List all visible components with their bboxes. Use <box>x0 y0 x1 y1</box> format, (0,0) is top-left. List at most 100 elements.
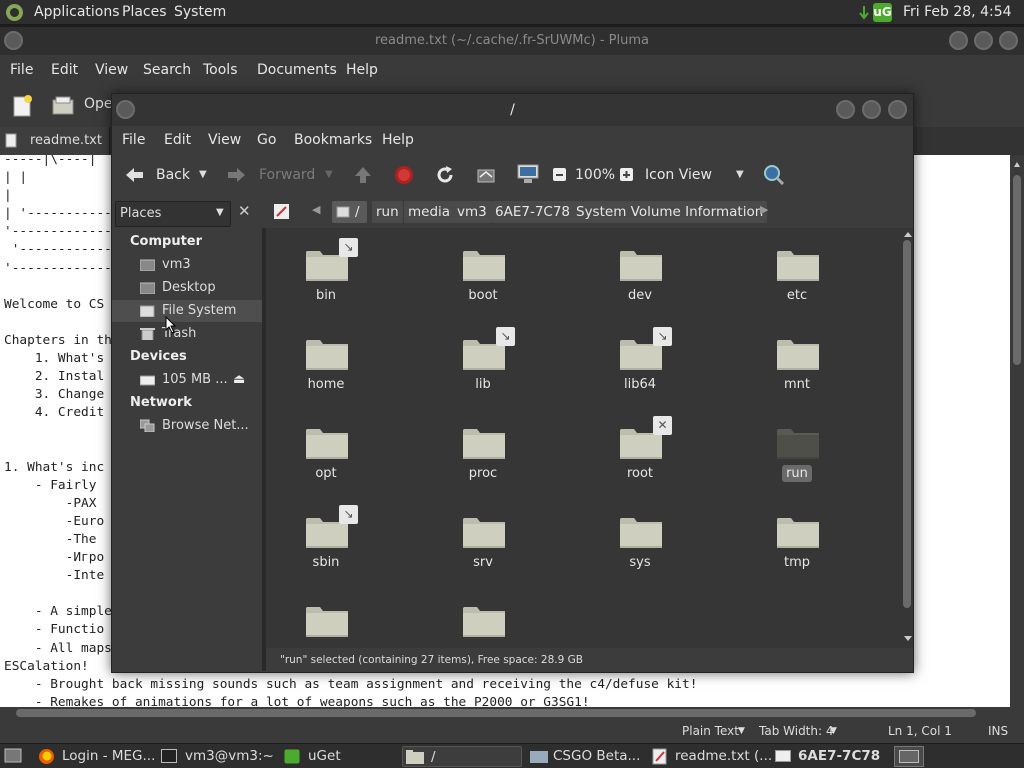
caja-menu-bookmarks[interactable]: Bookmarks <box>294 126 372 154</box>
taskbar-item-readme[interactable]: readme.txt (... <box>650 746 772 767</box>
close-sidebar-icon[interactable]: ✕ <box>238 202 251 220</box>
path-crumb-6ae7-7c78[interactable]: 6AE7-7C78 <box>491 201 575 223</box>
home-icon[interactable] <box>476 165 496 185</box>
caja-menu-go[interactable]: Go <box>257 126 276 154</box>
pluma-menu-file[interactable]: File <box>10 55 33 85</box>
file-item[interactable] <box>423 594 543 648</box>
pluma-close-button[interactable] <box>999 31 1018 50</box>
scroll-thumb[interactable] <box>1013 175 1021 365</box>
chevron-down-icon[interactable]: ▼ <box>830 719 837 743</box>
file-item[interactable]: sys <box>580 505 700 585</box>
view-mode-chevron-icon[interactable]: ▼ <box>736 154 744 196</box>
pluma-titlebar[interactable]: readme.txt (~/.cache/.fr-SrUWMc) - Pluma <box>0 27 1024 55</box>
workspace-switcher[interactable] <box>894 746 924 767</box>
editor-vertical-scrollbar[interactable] <box>1010 155 1024 707</box>
caja-minimize-button[interactable] <box>836 100 855 119</box>
file-item[interactable] <box>266 594 386 648</box>
arrow-tray-icon[interactable] <box>858 5 870 20</box>
editor-horizontal-scrollbar[interactable] <box>0 707 1024 719</box>
scroll-down-icon[interactable] <box>904 636 912 641</box>
file-item[interactable]: opt <box>266 416 386 496</box>
file-item[interactable]: etc <box>737 238 857 318</box>
uget-tray-icon[interactable]: uG <box>873 3 892 22</box>
pluma-menu-help[interactable]: Help <box>346 55 378 85</box>
caja-menu-file[interactable]: File <box>122 126 145 154</box>
file-item[interactable]: dev <box>580 238 700 318</box>
syntax-selector[interactable]: Plain Text <box>682 719 739 743</box>
sidebar-item-file-system[interactable]: File System <box>112 300 262 322</box>
file-item[interactable]: ↘ lib64 <box>580 327 700 407</box>
taskbar-item-firefox[interactable]: Login - MEG... <box>36 746 156 767</box>
caja-menu-view[interactable]: View <box>208 126 241 154</box>
forward-arrow-icon[interactable] <box>226 165 248 185</box>
file-icon-view[interactable]: ↘ bin boot dev etc home ↘ lib ↘ lib64 mnt opt proc ✕ r… <box>266 228 903 648</box>
scroll-up-icon[interactable] <box>904 232 912 237</box>
places-menu[interactable]: Places <box>122 0 167 25</box>
zoom-out-icon[interactable] <box>552 167 567 182</box>
pluma-minimize-button[interactable] <box>949 31 968 50</box>
sidebar-item-105mb-volume[interactable]: 105 MB ... ⏏ <box>112 369 262 391</box>
zoom-in-icon[interactable] <box>619 167 634 182</box>
back-button[interactable]: Back <box>156 154 190 196</box>
pluma-menu-search[interactable]: Search <box>143 55 191 85</box>
pluma-menu-view[interactable]: View <box>95 55 128 85</box>
computer-icon[interactable] <box>516 163 540 185</box>
path-crumb-run[interactable]: run <box>372 201 403 223</box>
stop-icon[interactable] <box>394 165 414 185</box>
icon-view-scrollbar[interactable] <box>901 228 913 648</box>
scroll-thumb[interactable] <box>903 240 911 608</box>
file-item[interactable]: mnt <box>737 327 857 407</box>
mate-logo-icon[interactable] <box>6 4 23 21</box>
clock[interactable]: Fri Feb 28, 4:54 PM <box>903 0 1024 45</box>
scroll-up-icon[interactable] <box>1014 161 1020 167</box>
file-item[interactable]: home <box>266 327 386 407</box>
file-item[interactable]: ↘ sbin <box>266 505 386 585</box>
path-crumb-vm3[interactable]: vm3 <box>453 201 491 223</box>
view-mode-selector[interactable]: Icon View <box>645 154 712 196</box>
pluma-menu-tools[interactable]: Tools <box>203 55 238 85</box>
file-item[interactable]: run <box>737 416 857 496</box>
workspace-1[interactable] <box>899 750 919 763</box>
sidebar-item-desktop[interactable]: Desktop <box>112 277 262 299</box>
pluma-menu-documents[interactable]: Documents <box>257 55 337 85</box>
edit-location-icon[interactable] <box>273 203 291 221</box>
forward-history-chevron-icon[interactable]: ▼ <box>325 154 333 196</box>
taskbar-item-file-manager-root[interactable]: / <box>402 746 522 767</box>
file-item[interactable]: boot <box>423 238 543 318</box>
applications-menu[interactable]: Applications <box>34 0 120 25</box>
sidebar-item-browse-network[interactable]: Browse Net... <box>112 415 262 437</box>
sidebar-item-trash[interactable]: Trash <box>112 323 262 345</box>
sidebar-item-vm3[interactable]: vm3 <box>112 254 262 276</box>
path-scroll-left-icon[interactable]: ◀ <box>312 203 320 216</box>
path-scroll-right-icon[interactable]: ▶ <box>760 203 768 216</box>
tab-readme[interactable]: readme.txt <box>0 127 110 155</box>
taskbar-item-csgo-beta[interactable]: CSGO Beta... <box>528 746 646 767</box>
zoom-level[interactable]: 100% <box>575 154 615 196</box>
caja-maximize-button[interactable] <box>862 100 881 119</box>
caja-close-button[interactable] <box>888 100 907 119</box>
new-document-icon[interactable] <box>11 94 35 118</box>
file-item[interactable]: tmp <box>737 505 857 585</box>
hscroll-thumb[interactable] <box>16 709 976 717</box>
file-item[interactable]: srv <box>423 505 543 585</box>
file-item[interactable]: proc <box>423 416 543 496</box>
up-arrow-icon[interactable] <box>353 165 373 185</box>
chevron-down-icon[interactable]: ▼ <box>738 719 745 743</box>
pluma-menu-edit[interactable]: Edit <box>51 55 78 85</box>
sidebar-type-selector[interactable]: Places ▼ <box>115 201 231 227</box>
back-history-chevron-icon[interactable]: ▼ <box>199 154 207 196</box>
taskbar-item-uget[interactable]: uGet <box>282 746 397 767</box>
open-document-icon[interactable] <box>51 94 75 118</box>
file-item[interactable]: ↘ bin <box>266 238 386 318</box>
taskbar-item-terminal[interactable]: vm3@vm3:~ <box>159 746 277 767</box>
forward-button[interactable]: Forward <box>259 154 315 196</box>
path-crumb-media[interactable]: media <box>404 201 455 223</box>
file-item[interactable]: ↘ lib <box>423 327 543 407</box>
open-button-label[interactable]: Ope <box>84 96 113 112</box>
eject-icon[interactable]: ⏏ <box>233 369 245 391</box>
path-crumb-system-volume-information[interactable]: System Volume Information <box>572 201 768 223</box>
caja-window-menu-button[interactable] <box>116 100 135 119</box>
system-menu[interactable]: System <box>174 0 226 25</box>
pluma-maximize-button[interactable] <box>974 31 993 50</box>
search-icon[interactable] <box>763 164 785 186</box>
